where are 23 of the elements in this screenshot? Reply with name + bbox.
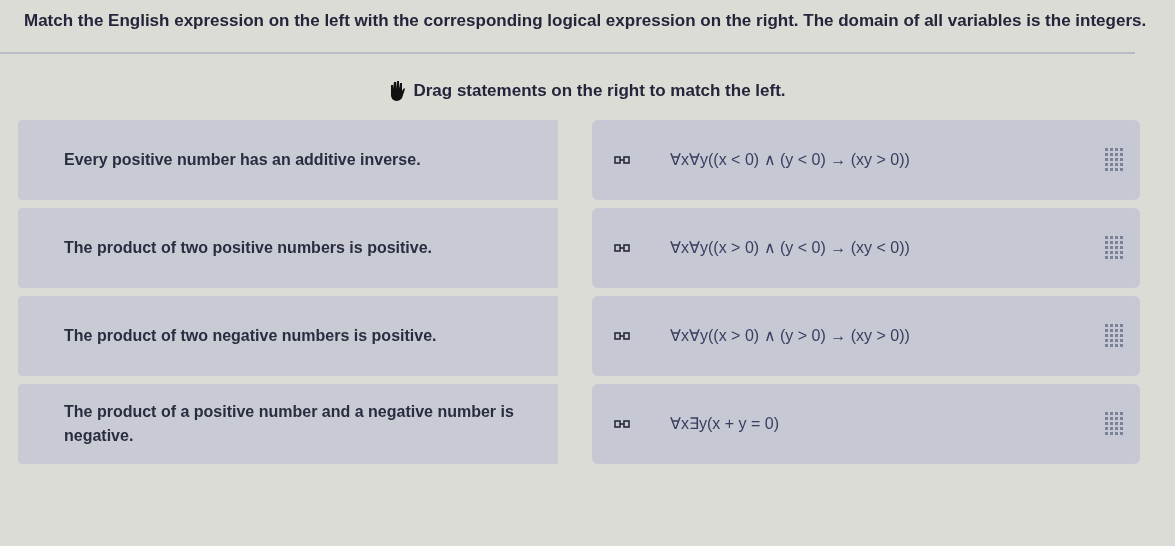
grip-icon[interactable] — [1104, 410, 1124, 437]
prompt-card: The product of two positive numbers is positive. — [18, 207, 558, 288]
prompt-card: The product of two negative numbers is positive. — [18, 295, 558, 376]
grip-icon[interactable] — [1104, 322, 1124, 349]
hand-icon — [389, 81, 406, 102]
link-icon — [614, 419, 630, 428]
link-icon — [614, 331, 630, 340]
grip-icon[interactable] — [1104, 234, 1124, 261]
draggable-statement[interactable]: ∀x∀y((x > 0) ∧ (y > 0) → (xy > 0)) — [592, 295, 1140, 376]
logical-expression: ∀x∀y((x > 0) ∧ (y < 0) → (xy < 0)) — [670, 237, 910, 258]
draggable-statement[interactable]: ∀x∀y((x < 0) ∧ (y < 0) → (xy > 0)) — [592, 119, 1140, 200]
draggable-statement[interactable]: ∀x∃y(x + y = 0) — [592, 383, 1140, 464]
prompt-card: Every positive number has an additive inverse. — [18, 119, 558, 200]
grip-icon[interactable] — [1104, 146, 1124, 173]
logical-expression: ∀x∀y((x > 0) ∧ (y > 0) → (xy > 0)) — [670, 325, 910, 346]
prompt-card: The product of a positive number and a negative number is negative. — [18, 383, 558, 464]
question-text: Match the English expression on the left with the corresponding logical expression on the right. The domain of all variables is the integers. — [23, 10, 1148, 32]
logical-expression: ∀x∃y(x + y = 0) — [670, 413, 780, 434]
instruction-text: Drag statements on the right to match the left. — [413, 80, 786, 103]
logical-expression: ∀x∀y((x < 0) ∧ (y < 0) → (xy > 0)) — [670, 149, 910, 170]
draggable-statement[interactable]: ∀x∀y((x > 0) ∧ (y < 0) → (xy < 0)) — [592, 207, 1140, 288]
link-icon — [614, 155, 630, 164]
link-icon — [614, 243, 630, 252]
